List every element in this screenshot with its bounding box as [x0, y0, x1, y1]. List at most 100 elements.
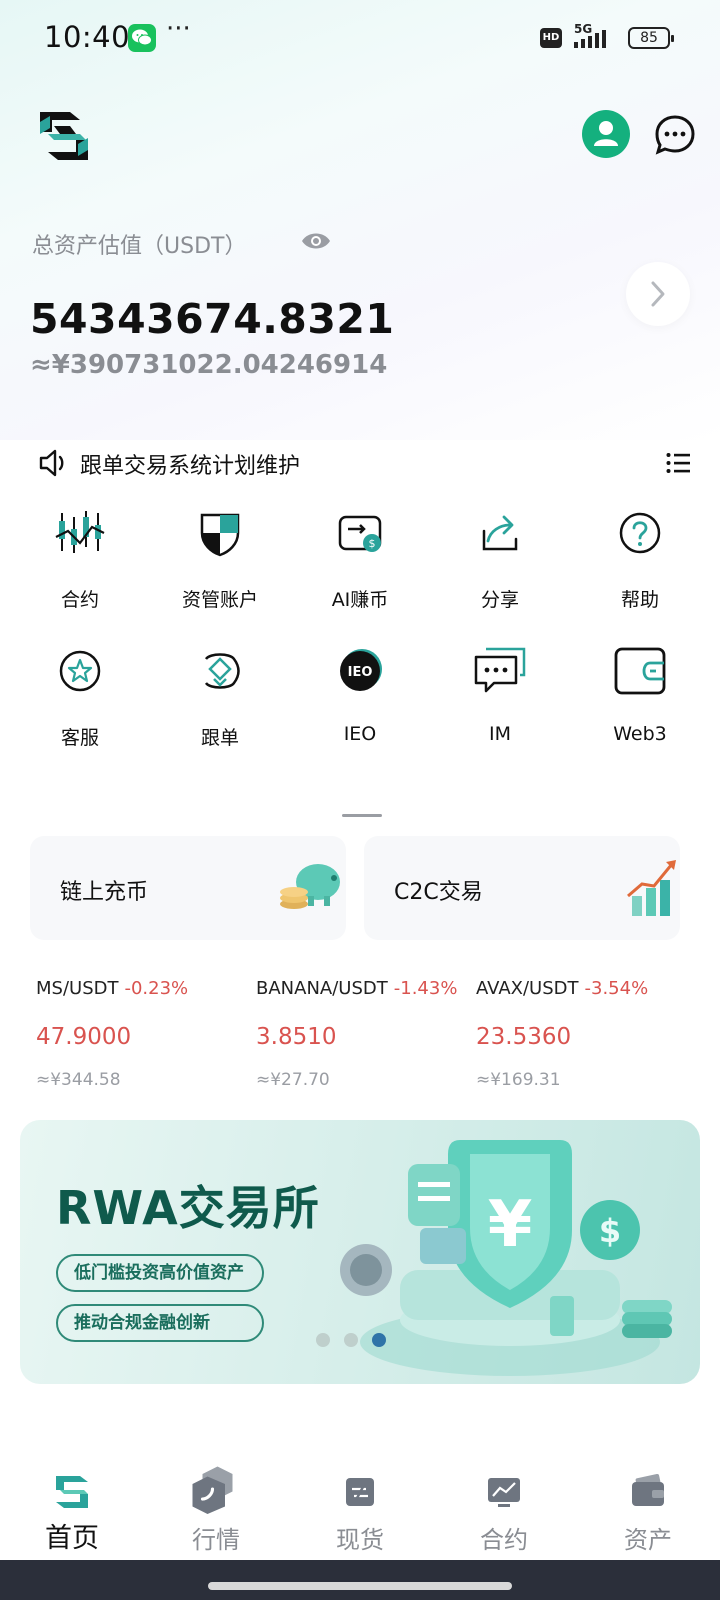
hd-icon: HD	[540, 28, 562, 48]
ticker-cny: ≈¥344.58	[36, 1070, 121, 1090]
quick-item-label: 帮助	[620, 589, 659, 611]
nav-market[interactable]: 行情	[144, 1450, 288, 1560]
quick-item-ai-earn[interactable]: $ AI赚币	[290, 505, 430, 625]
quick-item-help[interactable]: 帮助	[570, 505, 710, 625]
quick-item-customer-service[interactable]: 客服	[10, 643, 150, 763]
futures-icon	[488, 1478, 520, 1507]
candlestick-icon	[55, 511, 105, 553]
total-assets-value: 54343674.8321	[30, 295, 395, 343]
quick-item-asset-management[interactable]: 资管账户	[150, 505, 290, 625]
status-bar: 10:40 ··· HD 5G 85	[0, 0, 720, 76]
home-indicator[interactable]	[208, 1582, 512, 1590]
nav-label: 行情	[192, 1526, 240, 1554]
wechat-icon	[128, 24, 156, 52]
banner-dot-active[interactable]	[372, 1333, 386, 1347]
status-time: 10:40	[44, 20, 131, 54]
nav-spot[interactable]: 现货	[288, 1450, 432, 1560]
quick-item-ieo[interactable]: IEO IEO	[290, 643, 430, 763]
ticker-change: -3.54%	[584, 978, 649, 999]
market-icon	[192, 1466, 233, 1514]
speaker-icon	[39, 449, 64, 477]
promo-label: 链上充币	[60, 880, 149, 905]
ticker-price: 3.8510	[256, 1024, 337, 1050]
bottom-nav: 首页 行情 现货 合约 资产	[0, 1450, 720, 1560]
ticker-cny: ≈¥27.70	[256, 1070, 330, 1090]
battery-icon: 85	[628, 27, 674, 49]
spot-icon	[346, 1478, 374, 1506]
ticker-cny: ≈¥169.31	[476, 1070, 561, 1090]
eye-toggle-icon[interactable]	[300, 230, 332, 252]
im-icon	[474, 647, 526, 693]
assets-wallet-icon	[632, 1473, 664, 1506]
quick-item-label: 客服	[60, 727, 99, 749]
nav-label: 合约	[480, 1526, 528, 1554]
quick-item-label: Web3	[613, 723, 667, 745]
ticker-pair-row: AVAX/USDT -3.54%	[476, 978, 686, 999]
quick-item-futures[interactable]: 合约	[10, 505, 150, 625]
ticker-pair-row: MS/USDT -0.23%	[36, 978, 246, 999]
total-assets-label: 总资产估值（USDT）	[32, 234, 247, 259]
menu-page-indicator	[342, 814, 382, 817]
help-icon	[619, 512, 661, 554]
quick-item-label: 合约	[60, 589, 99, 611]
share-icon	[482, 515, 518, 551]
piggy-bank-icon	[280, 864, 340, 909]
promo-card-c2c[interactable]: C2C交易	[364, 836, 680, 940]
ticker-change: -0.23%	[124, 978, 189, 999]
banner-dot[interactable]	[344, 1333, 358, 1347]
promo-label: C2C交易	[394, 880, 483, 905]
user-avatar-icon[interactable]	[582, 110, 630, 158]
assets-detail-button[interactable]	[626, 262, 690, 326]
quick-item-label: 跟单	[200, 727, 239, 749]
banner-tag: 低门槛投资高价值资产	[56, 1254, 264, 1292]
system-nav-bar	[0, 1560, 720, 1600]
announcement-list-icon[interactable]	[666, 452, 690, 474]
ticker-avax[interactable]: AVAX/USDT -3.54% 23.5360 ≈¥169.31	[476, 978, 686, 1090]
nav-label: 首页	[45, 1523, 99, 1554]
message-icon[interactable]	[654, 114, 696, 156]
signal-icon	[574, 30, 606, 48]
svg-text:$: $	[369, 537, 376, 550]
ticker-price: 47.9000	[36, 1024, 132, 1050]
ieo-badge-text: IEO	[348, 665, 373, 680]
nav-futures[interactable]: 合约	[432, 1450, 576, 1560]
total-assets-cny: ≈¥390731022.04246914	[30, 350, 388, 380]
ticker-pair-row: BANANA/USDT -1.43%	[256, 978, 466, 999]
quick-item-im[interactable]: IM	[430, 643, 570, 763]
chevron-right-icon	[651, 281, 665, 307]
ticker-pair: MS/USDT	[36, 978, 119, 999]
nav-label: 资产	[624, 1526, 672, 1554]
quick-item-web3[interactable]: Web3	[570, 643, 710, 763]
banner-tag: 推动合规金融创新	[56, 1304, 264, 1342]
star-service-icon	[59, 650, 101, 692]
home-logo-icon	[56, 1476, 88, 1508]
quick-item-share[interactable]: 分享	[430, 505, 570, 625]
growth-chart-icon	[627, 860, 676, 916]
nav-home[interactable]: 首页	[0, 1450, 144, 1560]
quick-item-label: IEO	[343, 723, 377, 745]
ticker-pair: AVAX/USDT	[476, 978, 579, 999]
ticker-price: 23.5360	[476, 1024, 572, 1050]
shield-icon	[200, 513, 240, 557]
banner-currency-symbol: ¥	[488, 1188, 533, 1262]
ai-earn-icon: $	[338, 515, 382, 552]
nav-label: 现货	[336, 1526, 384, 1554]
banner-title: RWA交易所	[56, 1181, 320, 1235]
promo-card-onchain-deposit[interactable]: 链上充币	[30, 836, 346, 940]
announcement-text[interactable]: 跟单交易系统计划维护	[80, 448, 300, 480]
ticker-ms[interactable]: MS/USDT -0.23% 47.9000 ≈¥344.58	[36, 978, 246, 1090]
rwa-banner[interactable]: ¥ $ RWA交易所 低门槛投资高价值资产 推动合规金融创新	[20, 1120, 700, 1384]
quick-item-copy-trade[interactable]: 跟单	[150, 643, 290, 763]
quick-item-label: 分享	[480, 589, 519, 611]
copy-trade-icon	[204, 653, 240, 689]
quick-item-label: IM	[489, 723, 511, 745]
ieo-icon: IEO	[340, 649, 382, 691]
ticker-pair: BANANA/USDT	[256, 978, 388, 999]
banner-dot[interactable]	[316, 1333, 330, 1347]
wallet-icon	[614, 647, 666, 695]
quick-item-label: 资管账户	[181, 589, 258, 611]
ticker-banana[interactable]: BANANA/USDT -1.43% 3.8510 ≈¥27.70	[256, 978, 466, 1090]
app-logo-icon[interactable]	[40, 112, 88, 160]
nav-assets[interactable]: 资产	[576, 1450, 720, 1560]
more-dots-icon: ···	[166, 14, 191, 44]
